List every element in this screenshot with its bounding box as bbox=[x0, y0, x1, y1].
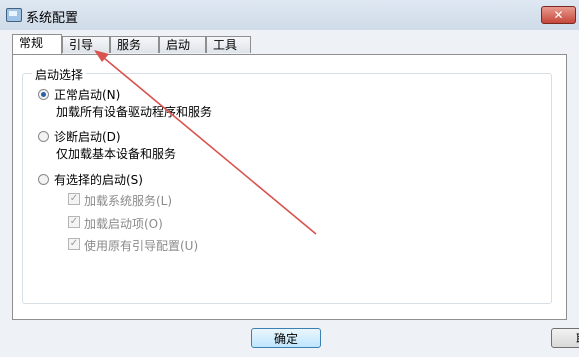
annotation-arrow-line bbox=[103, 57, 317, 235]
tab-general[interactable]: 常规 bbox=[12, 34, 62, 54]
annotation-arrow bbox=[94, 50, 317, 235]
